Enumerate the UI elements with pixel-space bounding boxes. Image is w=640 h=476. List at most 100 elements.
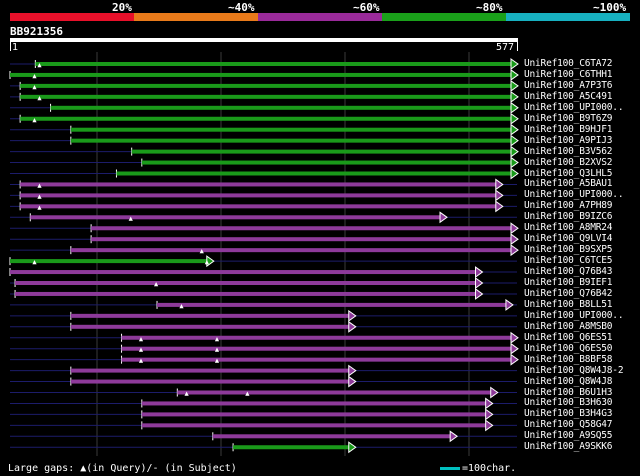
hit-bar (10, 259, 207, 264)
hit-row[interactable] (10, 101, 519, 114)
hit-label[interactable]: UniRef100_A7P3T6 (524, 80, 613, 91)
hit-arrow (510, 68, 519, 81)
hit-arrow (510, 134, 519, 147)
hit-label[interactable]: UniRef100_B3H630 (524, 397, 613, 408)
hit-label[interactable]: UniRef100_Q76B43 (524, 266, 613, 277)
hit-arrow (475, 287, 484, 300)
hit-label[interactable]: UniRef100_A7PH89 (524, 200, 613, 211)
hit-label[interactable]: UniRef100_C6TCE5 (524, 255, 613, 266)
hit-label[interactable]: UniRef100_C6THH1 (524, 69, 613, 80)
hit-label[interactable]: UniRef100_B8LL51 (524, 299, 613, 310)
hit-label[interactable]: UniRef100_A9SKK6 (524, 441, 613, 452)
hit-bar (116, 171, 511, 176)
hit-row[interactable] (10, 375, 517, 388)
hit-row[interactable]: ▲ (10, 211, 517, 224)
hit-arrow (495, 200, 504, 213)
hit-label[interactable]: UniRef100_Q76B42 (524, 288, 613, 299)
hit-row[interactable]: ▲ (10, 244, 519, 257)
hit-label[interactable]: UniRef100_B3H4G3 (524, 408, 613, 419)
hit-label[interactable]: UniRef100_Q58G47 (524, 419, 613, 430)
hit-label[interactable]: UniRef100_A9SQ55 (524, 430, 613, 441)
hit-bar (20, 182, 496, 187)
hit-row[interactable] (10, 233, 519, 246)
hit-label[interactable]: UniRef100_Q3LHL5 (524, 168, 613, 179)
hit-row[interactable]: ▲ (10, 178, 517, 191)
hit-bar (70, 324, 349, 329)
hit-row[interactable]: ▲ ▲ (10, 386, 517, 399)
hit-arrow (510, 123, 519, 136)
hit-bar (20, 94, 511, 99)
hit-arrow (439, 211, 448, 224)
hit-row[interactable] (10, 320, 517, 333)
hit-row[interactable] (10, 397, 517, 410)
hit-arrow (348, 375, 357, 388)
footer-scale-bar (440, 467, 460, 470)
hit-row[interactable]: ▲ (10, 189, 517, 202)
hit-row[interactable] (10, 134, 519, 147)
hit-row[interactable] (10, 287, 517, 300)
hit-row[interactable] (10, 419, 517, 432)
hit-arrow (510, 156, 519, 169)
hit-bar (157, 302, 506, 307)
hit-row[interactable]: ▲ (10, 79, 519, 92)
hit-label[interactable]: UniRef100_C6TA72 (524, 58, 613, 69)
hit-row[interactable] (10, 145, 519, 158)
hit-row[interactable] (10, 441, 517, 454)
hit-label[interactable]: UniRef100_B9IEF1 (524, 277, 613, 288)
hit-label[interactable]: UniRef100_A5BAU1 (524, 178, 613, 189)
hit-row[interactable] (10, 364, 517, 377)
hit-row[interactable] (10, 167, 519, 180)
hit-label[interactable]: UniRef100_B2XVS2 (524, 157, 613, 168)
hit-row[interactable] (10, 222, 519, 235)
hit-label[interactable]: UniRef100_UPI000.. (524, 102, 624, 113)
hit-row[interactable] (10, 408, 517, 421)
hit-row[interactable]: ▲ (10, 200, 517, 213)
hit-label[interactable]: UniRef100_B9HJF1 (524, 124, 613, 135)
hit-arrow (485, 419, 494, 432)
hit-row[interactable]: ▲ ▲ (10, 353, 519, 366)
hit-arrow (510, 112, 519, 125)
hit-row[interactable] (10, 123, 519, 136)
hit-bar (177, 390, 491, 395)
hit-row[interactable] (9, 266, 517, 279)
hit-label[interactable]: UniRef100_B9SXP5 (524, 244, 613, 255)
hit-arrow (485, 397, 494, 410)
hit-label[interactable]: UniRef100_B8BF58 (524, 354, 613, 365)
hit-label[interactable]: UniRef100_B3V562 (524, 146, 613, 157)
hit-label[interactable]: UniRef100_Q6ES50 (524, 343, 613, 354)
hit-row[interactable] (10, 430, 517, 443)
hit-label[interactable]: UniRef100_Q8W4J8 (524, 376, 613, 387)
hit-bar (212, 434, 451, 439)
hit-bar (70, 127, 511, 132)
hit-bar (15, 281, 476, 285)
hit-row[interactable]: ▲ ▲ (10, 331, 519, 344)
hit-label[interactable]: UniRef100_B9T6Z9 (524, 113, 613, 124)
hit-row[interactable]: ▲ ▲ (10, 342, 519, 355)
hit-label[interactable]: UniRef100_UPI000.. (524, 310, 624, 321)
hit-label[interactable]: UniRef100_A8MR24 (524, 222, 613, 233)
hit-row[interactable]: ▲ (10, 112, 519, 125)
hit-row[interactable] (10, 309, 517, 322)
hit-label[interactable]: UniRef100_A9PIJ3 (524, 135, 613, 146)
hit-row[interactable]: ▲ (9, 68, 519, 81)
hit-arrow (510, 342, 519, 355)
hit-label[interactable]: UniRef100_Q6ES51 (524, 332, 613, 343)
hit-label[interactable]: UniRef100_A5C491 (524, 91, 613, 102)
hit-row[interactable]: ▲ ▲ (9, 255, 517, 268)
hit-arrow (510, 145, 519, 158)
hit-row[interactable]: ▲ (10, 298, 517, 311)
hit-row[interactable]: ▲ (10, 90, 519, 103)
hit-label[interactable]: UniRef100_Q9LVI4 (524, 233, 613, 244)
hit-bar (30, 215, 441, 220)
hit-label[interactable]: UniRef100_Q8W4J8-2 (524, 365, 624, 376)
hit-row[interactable]: ▲ (10, 58, 519, 70)
hit-row[interactable]: ▲ (10, 277, 517, 289)
hit-label[interactable]: UniRef100_B6U1H3 (524, 387, 613, 398)
hit-label[interactable]: UniRef100_B9IZC6 (524, 211, 613, 222)
hit-bar (15, 291, 476, 296)
hit-label[interactable]: UniRef100_A8MSB0 (524, 321, 613, 332)
hit-label[interactable]: UniRef100_UPI000.. (524, 189, 624, 200)
hit-row[interactable] (10, 156, 519, 169)
hit-bar (20, 193, 496, 198)
hit-arrow (510, 58, 519, 70)
